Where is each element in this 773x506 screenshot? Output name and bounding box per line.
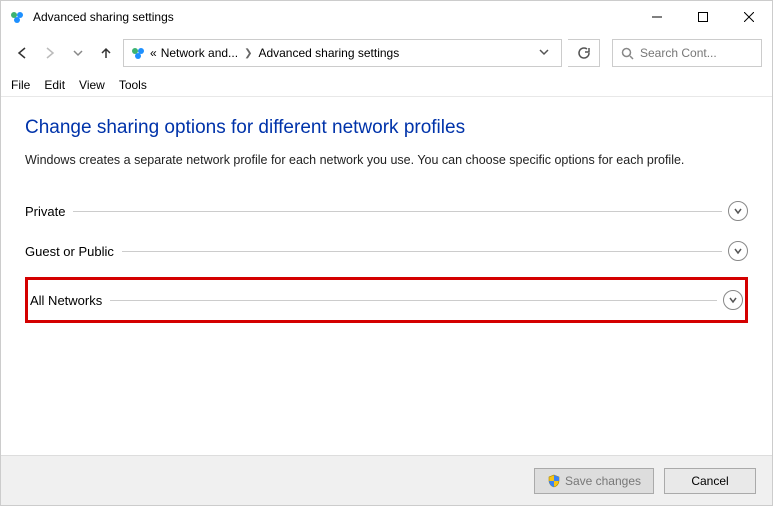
breadcrumb[interactable]: « Network and... ❯ Advanced sharing sett… — [123, 39, 562, 67]
search-icon — [621, 47, 634, 60]
profile-guest[interactable]: Guest or Public — [25, 231, 748, 271]
nav-row: « Network and... ❯ Advanced sharing sett… — [1, 33, 772, 73]
menu-bar: File Edit View Tools — [1, 73, 772, 97]
save-label: Save changes — [565, 474, 641, 488]
menu-file[interactable]: File — [11, 78, 30, 92]
up-button[interactable] — [95, 42, 117, 64]
titlebar: Advanced sharing settings — [1, 1, 772, 33]
page-description: Windows creates a separate network profi… — [25, 151, 748, 169]
maximize-button[interactable] — [680, 1, 726, 33]
refresh-button[interactable] — [568, 39, 600, 67]
forward-button[interactable] — [39, 42, 61, 64]
search-input[interactable]: Search Cont... — [612, 39, 762, 67]
breadcrumb-prefix: « — [150, 46, 157, 60]
separator-line — [122, 251, 722, 252]
save-button[interactable]: Save changes — [534, 468, 654, 494]
control-panel-icon — [130, 45, 146, 61]
window-title: Advanced sharing settings — [33, 10, 634, 24]
separator-line — [73, 211, 722, 212]
page-title: Change sharing options for different net… — [25, 117, 748, 139]
profile-all[interactable]: All Networks — [30, 284, 743, 316]
window-controls — [634, 1, 772, 33]
chevron-right-icon: ❯ — [242, 48, 254, 59]
profile-label: All Networks — [30, 293, 110, 308]
profile-private[interactable]: Private — [25, 191, 748, 231]
minimize-button[interactable] — [634, 1, 680, 33]
search-placeholder: Search Cont... — [640, 46, 717, 60]
menu-edit[interactable]: Edit — [44, 78, 65, 92]
close-button[interactable] — [726, 1, 772, 33]
breadcrumb-part2[interactable]: Advanced sharing settings — [258, 46, 399, 60]
shield-icon — [547, 474, 561, 488]
cancel-button[interactable]: Cancel — [664, 468, 756, 494]
profile-all-highlight: All Networks — [25, 277, 748, 323]
profile-label: Private — [25, 204, 73, 219]
profile-label: Guest or Public — [25, 244, 122, 259]
separator-line — [110, 300, 717, 301]
breadcrumb-dropdown[interactable] — [533, 46, 555, 60]
cancel-label: Cancel — [691, 474, 728, 488]
chevron-down-icon[interactable] — [723, 290, 743, 310]
chevron-down-icon[interactable] — [728, 201, 748, 221]
breadcrumb-part1[interactable]: Network and... — [161, 46, 238, 60]
control-panel-icon — [9, 9, 25, 25]
content-area: Change sharing options for different net… — [1, 97, 772, 455]
menu-tools[interactable]: Tools — [119, 78, 147, 92]
chevron-down-icon[interactable] — [728, 241, 748, 261]
back-button[interactable] — [11, 42, 33, 64]
recent-dropdown[interactable] — [67, 42, 89, 64]
menu-view[interactable]: View — [79, 78, 105, 92]
footer: Save changes Cancel — [1, 455, 772, 505]
